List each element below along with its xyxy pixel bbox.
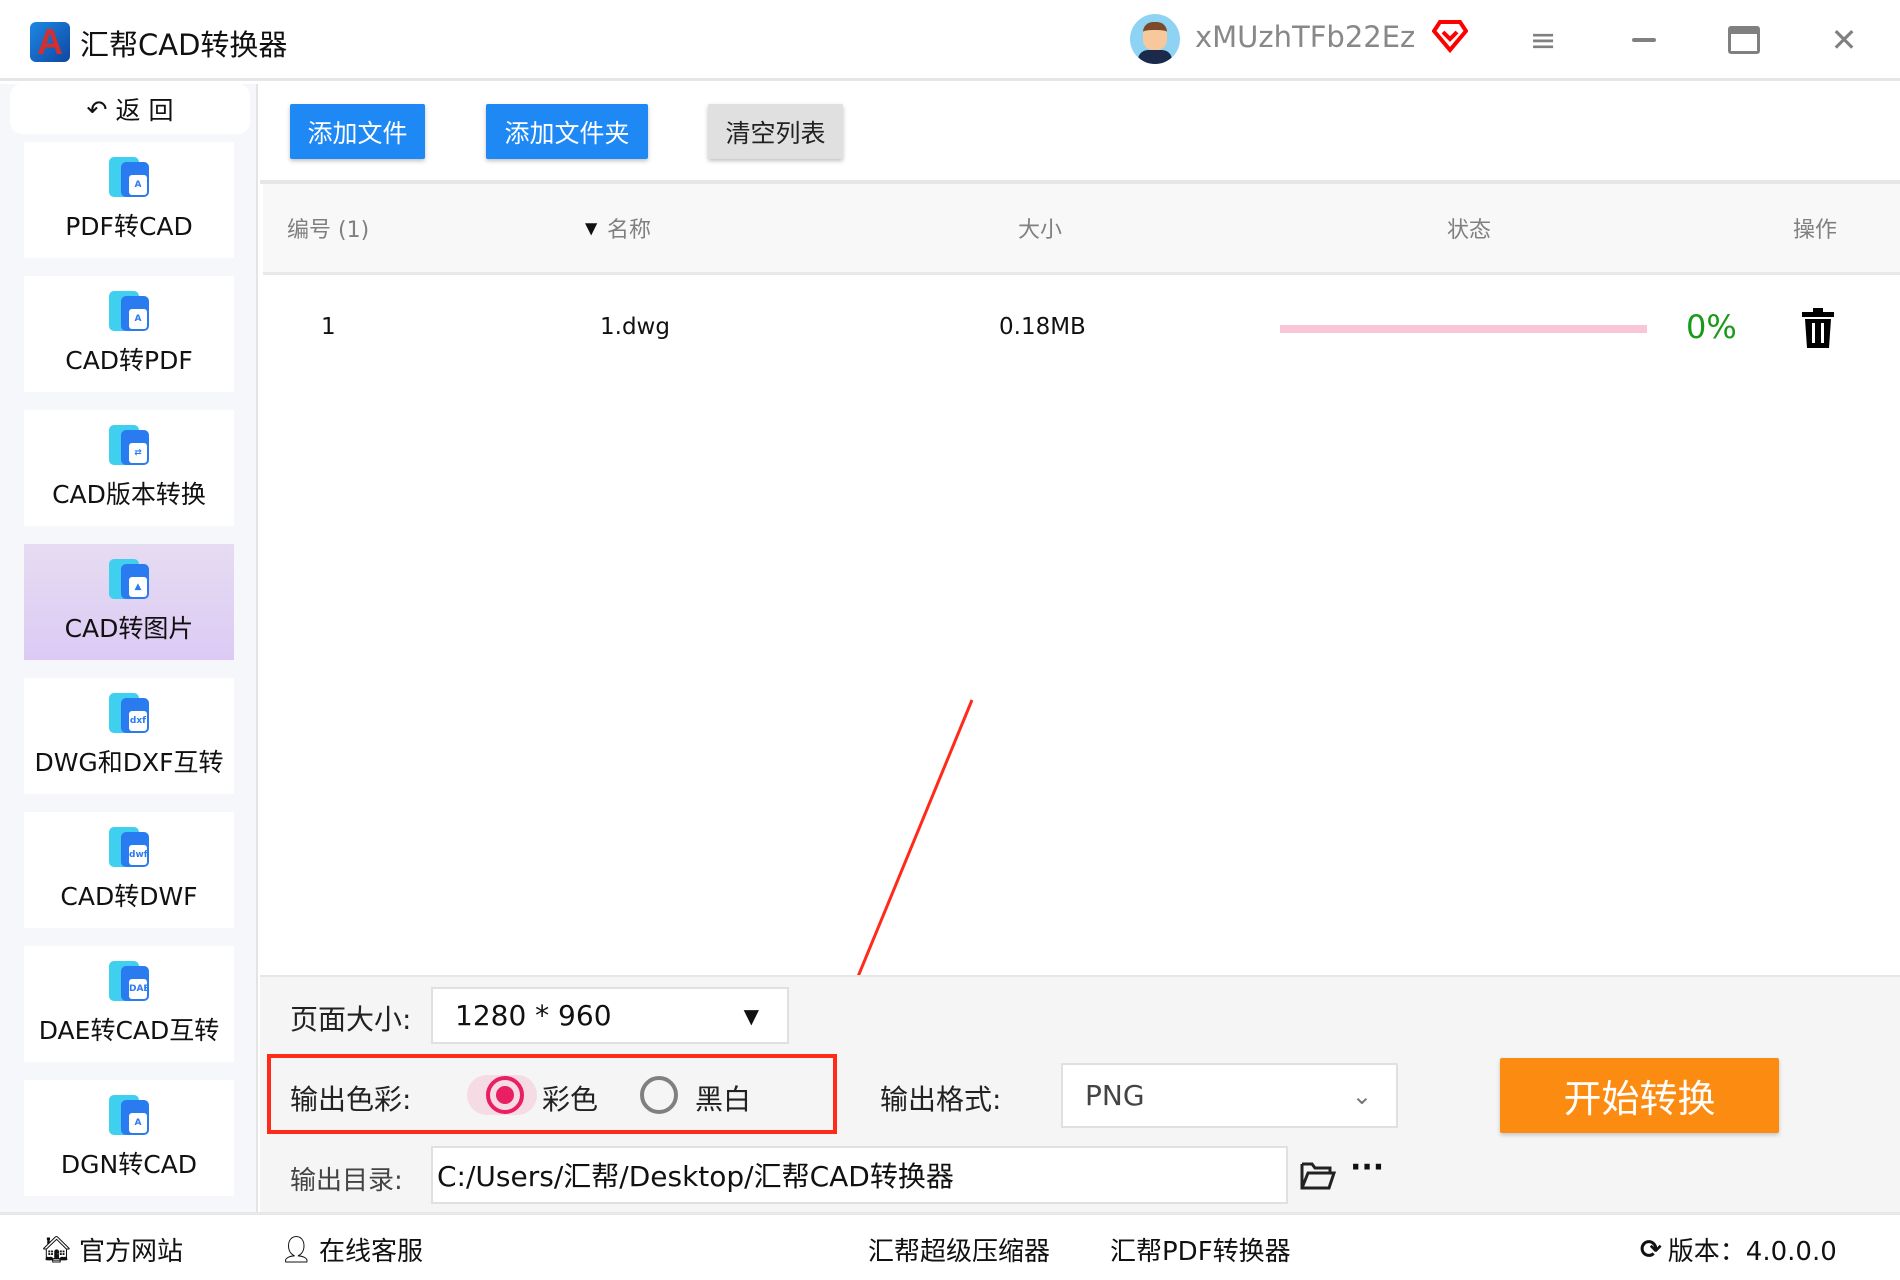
- avatar[interactable]: [1130, 14, 1180, 64]
- sidebar-item-label: DGN转CAD: [60, 1150, 198, 1179]
- maximize-icon[interactable]: [1724, 20, 1764, 60]
- pdf-converter-link[interactable]: 汇帮PDF转换器: [1110, 1231, 1291, 1268]
- column-status: 状态: [1447, 218, 1492, 243]
- progress-percent: 0%: [1686, 308, 1737, 346]
- column-name[interactable]: 名称: [607, 212, 651, 244]
- app-logo: A: [30, 22, 70, 62]
- converter-icon: A: [109, 1095, 149, 1135]
- converter-icon: ▲: [109, 559, 149, 599]
- sidebar-item-label: CAD转DWF: [60, 882, 198, 911]
- radio-color-label[interactable]: 彩色: [542, 1078, 598, 1118]
- radio-color[interactable]: [486, 1076, 524, 1114]
- version-info[interactable]: ⟳ 版本：4.0.0.0: [1640, 1231, 1837, 1268]
- add-folder-button[interactable]: 添加文件夹: [486, 104, 648, 159]
- radio-bw[interactable]: [640, 1076, 678, 1114]
- home-icon: 🏠︎: [40, 1234, 74, 1265]
- table-header: 编号 (1) ▼ 名称 大小 状态 操作: [263, 184, 1900, 275]
- row-filename: 1.dwg: [600, 314, 670, 340]
- trash-icon[interactable]: [1801, 308, 1835, 348]
- official-website-link[interactable]: 🏠︎ 官方网站: [40, 1231, 183, 1268]
- support-agent-icon: 👤︎: [280, 1234, 314, 1265]
- converter-icon: A: [109, 157, 149, 197]
- sidebar-item[interactable]: DAE DAE转CAD互转: [24, 946, 234, 1062]
- app-title: 汇帮CAD转换器: [80, 28, 288, 62]
- sidebar-item[interactable]: A DGN转CAD: [24, 1080, 234, 1196]
- minimize-icon[interactable]: [1624, 20, 1664, 60]
- column-index[interactable]: 编号 (1): [287, 212, 369, 244]
- add-file-button[interactable]: 添加文件: [290, 104, 425, 159]
- close-icon[interactable]: ✕: [1824, 20, 1864, 60]
- start-convert-button[interactable]: 开始转换: [1500, 1058, 1779, 1133]
- footer: 🏠︎ 官方网站 👤︎ 在线客服 汇帮超级压缩器 汇帮PDF转换器 ⟳ 版本：4.0.0…: [0, 1212, 1900, 1280]
- table-row[interactable]: 1 1.dwg 0.18MB 0%: [263, 282, 1900, 372]
- chevron-down-icon: ⌄: [1351, 1081, 1372, 1110]
- diamond-vip-icon[interactable]: [1432, 18, 1468, 54]
- sidebar-item-label: CAD版本转换: [52, 480, 206, 509]
- caret-down-icon: ▼: [743, 1003, 759, 1028]
- column-action: 操作: [1793, 218, 1838, 243]
- title-bar: A 汇帮CAD转换器 xMUzhTFb22Ez ≡ ✕: [0, 0, 1900, 81]
- radio-bw-label[interactable]: 黑白: [695, 1078, 751, 1118]
- refresh-icon: ⟳: [1640, 1234, 1662, 1265]
- output-format-label: 输出格式:: [880, 1083, 1002, 1116]
- hamburger-icon[interactable]: ≡: [1523, 20, 1563, 60]
- page-size-label: 页面大小:: [290, 1003, 412, 1036]
- back-arrow-icon: ↶: [86, 94, 108, 124]
- back-button[interactable]: ↶ 返 回: [10, 84, 250, 134]
- sidebar-item-label: CAD转PDF: [65, 346, 193, 375]
- converter-icon: dwf: [109, 827, 149, 867]
- output-color-label: 输出色彩:: [290, 1083, 412, 1116]
- sidebar-item-label: DAE转CAD互转: [38, 1016, 220, 1045]
- sidebar-item[interactable]: dwf CAD转DWF: [24, 812, 234, 928]
- converter-icon: ⇄: [109, 425, 149, 465]
- output-dir-input[interactable]: C:/Users/汇帮/Desktop/汇帮CAD转换器: [431, 1146, 1288, 1204]
- username[interactable]: xMUzhTFb22Ez: [1195, 20, 1415, 54]
- output-dir-label: 输出目录:: [290, 1166, 403, 1196]
- folder-open-icon[interactable]: [1300, 1160, 1336, 1190]
- row-size: 0.18MB: [999, 314, 1086, 340]
- sidebar-item[interactable]: A PDF转CAD: [24, 142, 234, 258]
- column-size[interactable]: 大小: [1018, 212, 1062, 244]
- sidebar-item[interactable]: ⇄ CAD版本转换: [24, 410, 234, 526]
- more-options-icon[interactable]: ···: [1350, 1150, 1384, 1185]
- sidebar-item[interactable]: dxf DWG和DXF互转: [24, 678, 234, 794]
- online-support-link[interactable]: 👤︎ 在线客服: [280, 1231, 423, 1268]
- page-size-select[interactable]: 1280 * 960 ▼: [431, 987, 789, 1044]
- compressor-link[interactable]: 汇帮超级压缩器: [868, 1231, 1050, 1268]
- sidebar-item[interactable]: ▲ CAD转图片: [24, 544, 234, 660]
- converter-icon: dxf: [109, 693, 149, 733]
- sidebar-item-label: CAD转图片: [64, 614, 194, 643]
- sort-desc-icon[interactable]: ▼: [585, 219, 597, 238]
- converter-icon: A: [109, 291, 149, 331]
- converter-icon: DAE: [109, 961, 150, 1001]
- progress-bar: [1280, 325, 1647, 333]
- sidebar-item-label: PDF转CAD: [65, 212, 193, 241]
- clear-list-button[interactable]: 清空列表: [708, 104, 843, 159]
- sidebar-item[interactable]: A CAD转PDF: [24, 276, 234, 392]
- row-index: 1: [321, 314, 336, 340]
- sidebar-item-label: DWG和DXF互转: [34, 748, 224, 777]
- output-format-select[interactable]: PNG ⌄: [1061, 1063, 1398, 1128]
